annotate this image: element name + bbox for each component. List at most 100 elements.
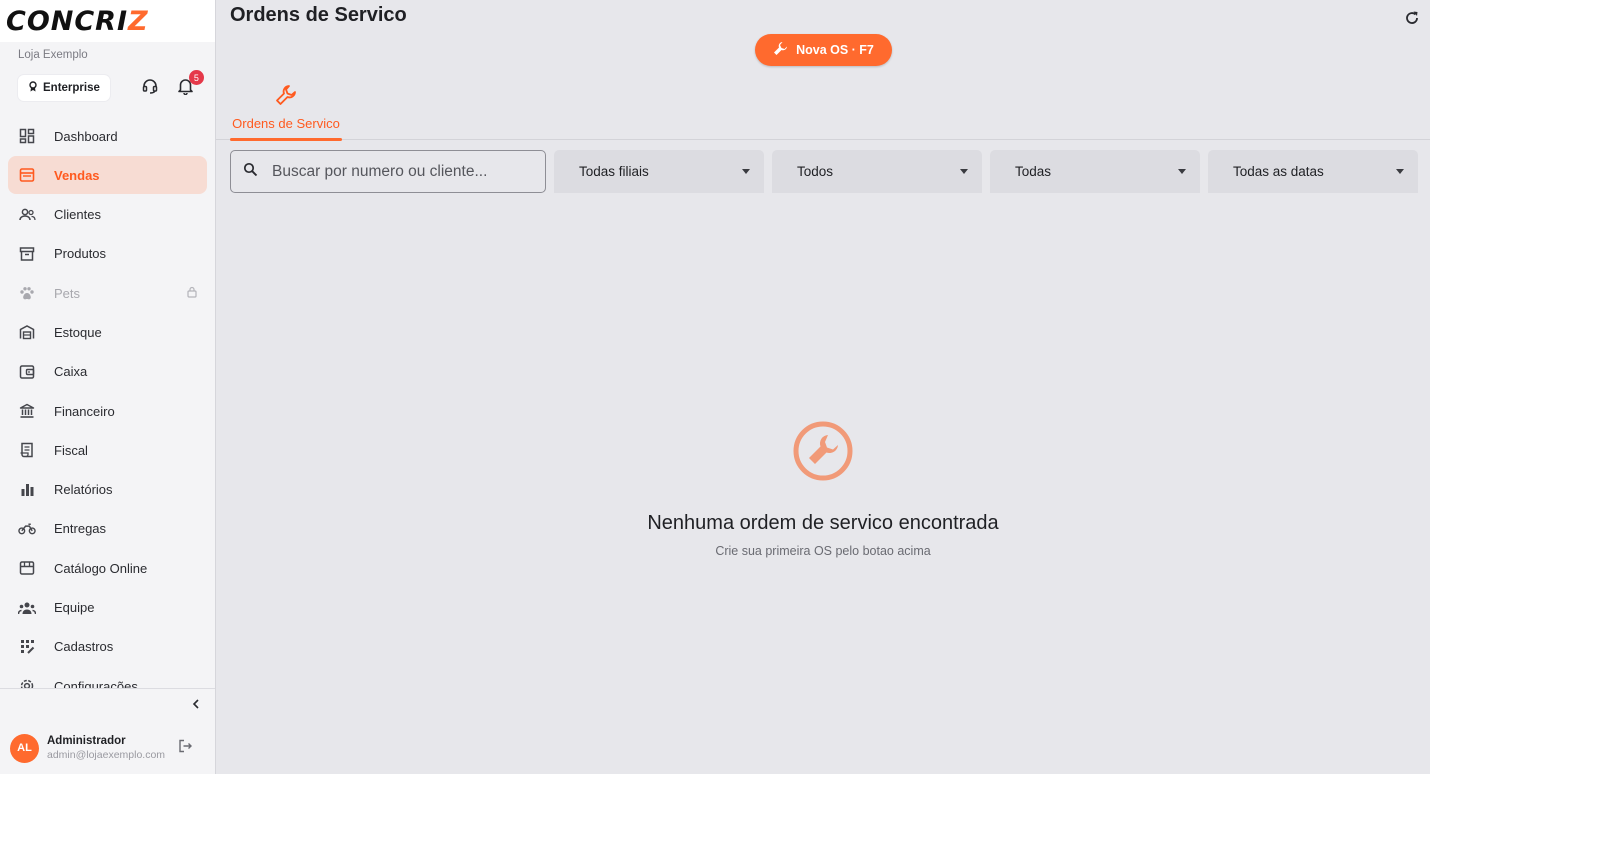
bar-chart-icon [18,481,36,499]
sidebar-item-label: Equipe [54,600,95,616]
store-icon [18,166,36,184]
branch-filter-value: Todas filiais [579,164,649,179]
dropdown-caret-icon [1178,169,1186,174]
sidebar-item-label: Pets [54,285,81,301]
collapse-sidebar-row [0,688,215,722]
plan-label: Enterprise [43,82,100,94]
sidebar-item-label: Cadastros [54,639,114,655]
notification-count-badge: 5 [188,70,204,85]
tab-ordens-de-servico[interactable]: Ordens de Servico [230,84,342,141]
team-icon [18,599,36,617]
sidebar-item-equipe[interactable]: Equipe [8,589,207,627]
status-filter-value: Todos [797,164,834,179]
filter-bar: Todas filiais Todos Todas Todas as datas [230,150,1418,193]
dashboard-icon [18,127,36,145]
people-icon [18,206,36,224]
sidebar-item-clientes[interactable]: Clientes [8,196,207,234]
search-field[interactable] [230,150,546,193]
logout-icon [178,739,193,758]
plan-badge[interactable]: Enterprise [18,75,110,101]
sidebar-item-dashboard[interactable]: Dashboard [8,117,207,155]
sidebar-item-pets[interactable]: Pets [8,274,207,312]
sidebar-item-label: Relatórios [54,482,113,498]
receipt-icon [18,441,36,459]
dropdown-caret-icon [1396,169,1404,174]
refresh-button[interactable] [1400,8,1424,32]
sidebar-item-label: Vendas [54,167,100,183]
user-email: admin@lojaexemplo.com [47,749,166,761]
sidebar-item-fiscal[interactable]: Fiscal [8,431,207,469]
wrench-circle-icon [792,420,854,482]
logout-button[interactable] [173,736,197,760]
sidebar-nav: Dashboard Vendas Clientes Produtos Pets [0,117,215,688]
store-name: Loja Exemplo [18,49,88,61]
sidebar-item-label: Fiscal [54,442,88,458]
sidebar-actions: Enterprise 5 [0,70,215,105]
sidebar-item-cadastros[interactable]: Cadastros [8,628,207,666]
sidebar-item-estoque[interactable]: Estoque [8,313,207,351]
user-name: Administrador [47,735,126,747]
sidebar-item-entregas[interactable]: Entregas [8,510,207,548]
branch-filter-select[interactable]: Todas filiais [554,150,764,193]
wrench-icon [773,41,788,59]
user-profile: AL Administrador admin@lojaexemplo.com [0,722,215,774]
paw-icon [18,284,36,302]
sidebar-item-label: Dashboard [54,128,118,144]
sidebar-item-label: Produtos [54,246,107,262]
date-filter-select[interactable]: Todas as datas [1208,150,1418,193]
sidebar-item-label: Estoque [54,324,102,340]
headset-icon [141,77,159,100]
search-input[interactable] [272,162,522,181]
tab-bar: Ordens de Servico [216,84,1430,141]
support-button[interactable] [138,76,162,100]
new-service-order-label: Nova OS · F7 [796,43,874,57]
sidebar-item-label: Caixa [54,364,88,380]
status-filter-select[interactable]: Todos [772,150,982,193]
medal-icon [28,81,38,95]
sidebar-item-produtos[interactable]: Produtos [8,235,207,273]
grid-icon [18,638,36,656]
gear-icon [18,677,36,688]
user-info: Administrador admin@lojaexemplo.com [47,735,165,761]
bank-icon [18,402,36,420]
app-window: CONCRIZ Loja Exemplo Enterprise 5 Dashbo… [0,0,1430,774]
brand-logo[interactable]: CONCRIZ [0,0,215,42]
sidebar-item-relatorios[interactable]: Relatórios [8,471,207,509]
sidebar-item-catalogo-online[interactable]: Catálogo Online [8,549,207,587]
dropdown-caret-icon [960,169,968,174]
avatar[interactable]: AL [10,733,39,763]
sidebar: CONCRIZ Loja Exemplo Enterprise 5 Dashbo… [0,0,216,774]
empty-state-title: Nenhuma ordem de servico encontrada [647,512,999,534]
refresh-icon [1404,10,1420,31]
sidebar-item-label: Financeiro [54,403,115,419]
dropdown-caret-icon [742,169,750,174]
motorcycle-icon [18,520,36,538]
active-tab-indicator [230,138,342,141]
sidebar-item-caixa[interactable]: Caixa [8,353,207,391]
lock-icon [187,286,197,301]
sidebar-item-financeiro[interactable]: Financeiro [8,392,207,430]
main-content: Ordens de Servico Nova OS · F7 Ordens de… [216,0,1430,774]
wallet-icon [18,363,36,381]
warehouse-icon [18,323,36,341]
empty-state: Nenhuma ordem de servico encontrada Crie… [216,420,1430,558]
sidebar-item-vendas[interactable]: Vendas [8,156,207,195]
chevron-left-icon[interactable] [191,697,201,715]
type-filter-select[interactable]: Todas [990,150,1200,193]
storefront-icon [18,559,36,577]
search-icon [243,162,258,182]
sidebar-item-label: Configurações [54,678,138,688]
sidebar-item-label: Catálogo Online [54,560,148,576]
sidebar-item-label: Entregas [54,521,107,537]
date-filter-value: Todas as datas [1233,164,1324,179]
new-service-order-button[interactable]: Nova OS · F7 [755,34,892,66]
wrench-icon [275,84,297,111]
tab-label: Ordens de Servico [232,116,340,131]
page-title: Ordens de Servico [230,4,407,26]
logo-text: CONCRIZ [6,5,149,37]
sidebar-item-configuracoes[interactable]: Configurações [8,667,207,688]
notifications-button[interactable]: 5 [174,70,204,100]
empty-state-subtitle: Crie sua primeira OS pelo botao acima [715,544,931,558]
archive-icon [18,245,36,263]
sidebar-item-label: Clientes [54,207,101,223]
